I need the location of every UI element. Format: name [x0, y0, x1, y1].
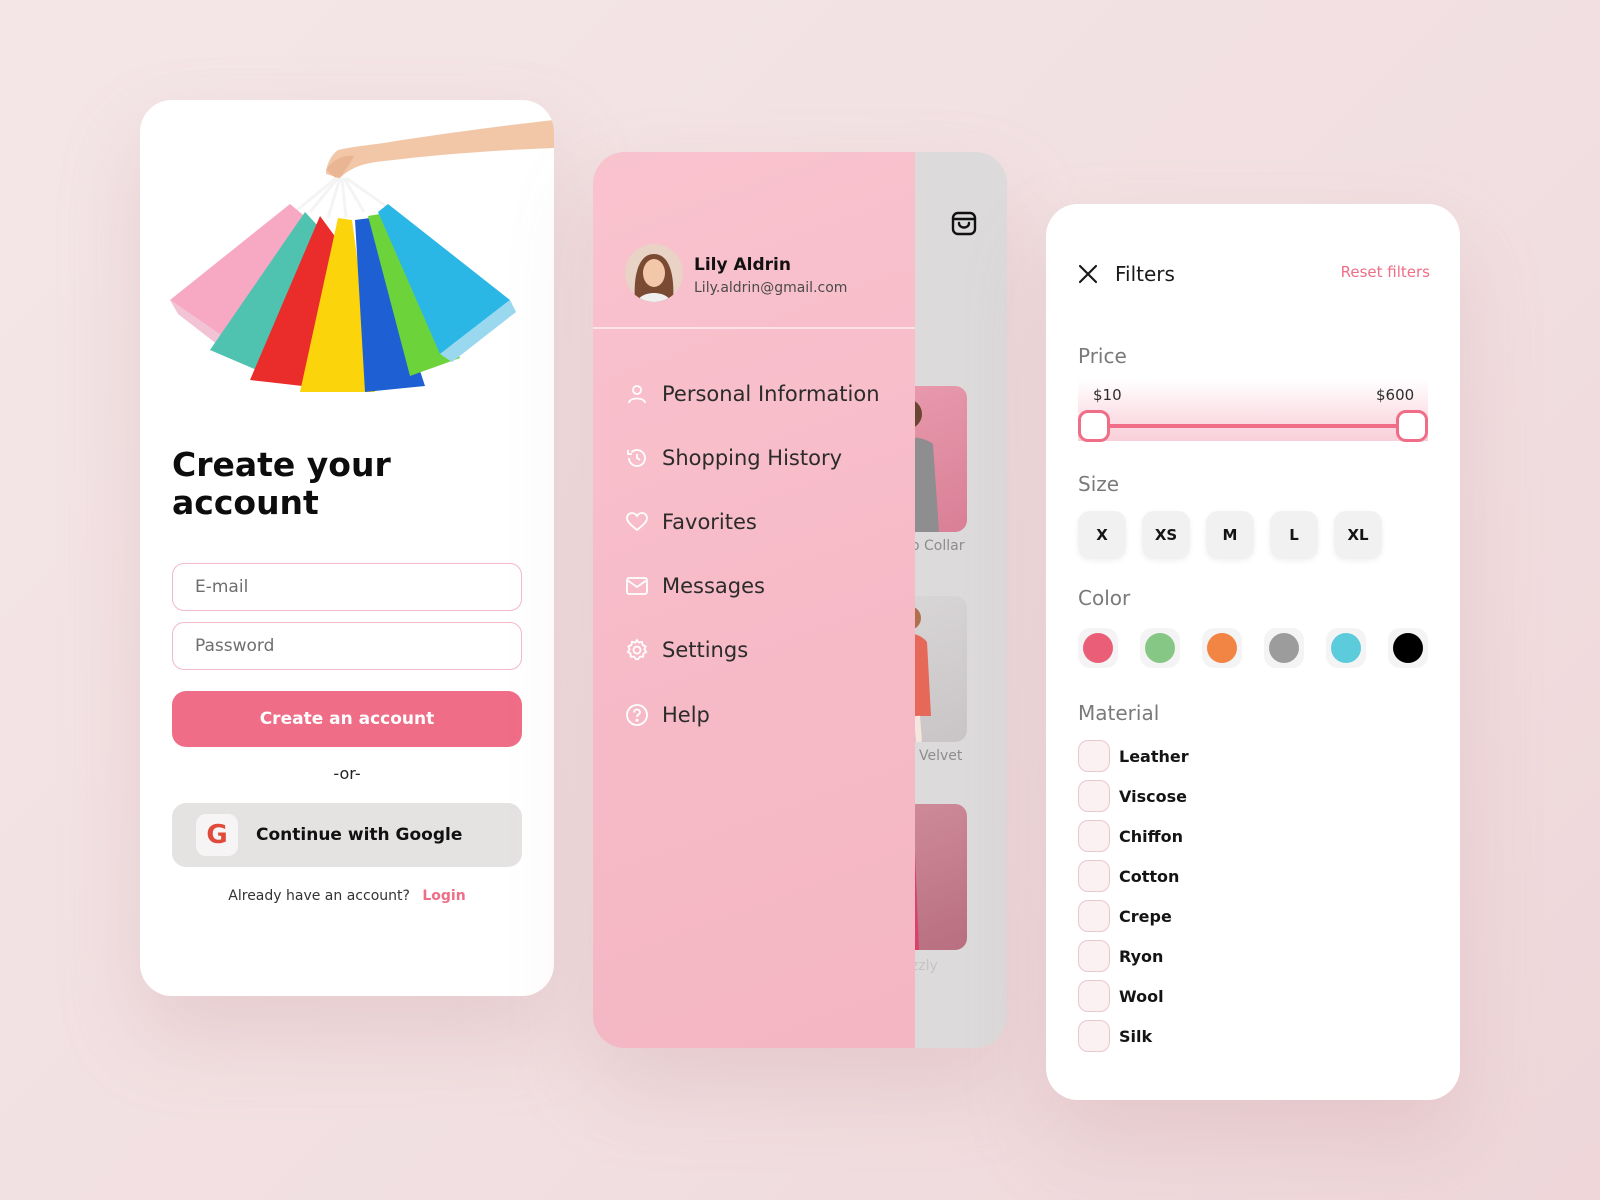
- menu-item-messages[interactable]: Messages: [625, 568, 765, 604]
- continue-with-google-button[interactable]: G Continue with Google: [172, 803, 522, 867]
- google-button-label: Continue with Google: [256, 825, 463, 845]
- user-email: Lily.aldrin@gmail.com: [694, 280, 848, 296]
- product-caption: o Collar: [911, 538, 965, 554]
- size-option-m[interactable]: M: [1206, 511, 1254, 559]
- gear-icon: [626, 638, 648, 661]
- material-option-wool[interactable]: Wool: [1078, 980, 1164, 1012]
- shopping-bag-icon[interactable]: [949, 208, 979, 238]
- or-separator: -or-: [333, 764, 361, 783]
- checkbox[interactable]: [1078, 820, 1110, 852]
- material-option-label: Leather: [1119, 746, 1189, 766]
- google-icon: G: [196, 814, 238, 856]
- person-icon: [628, 385, 646, 404]
- password-field[interactable]: [172, 622, 522, 670]
- color-swatch-gray[interactable]: [1264, 628, 1304, 668]
- material-option-cotton[interactable]: Cotton: [1078, 860, 1179, 892]
- heart-icon: [626, 512, 648, 532]
- email-field[interactable]: [172, 563, 522, 611]
- size-label: Size: [1078, 472, 1120, 496]
- price-max-handle[interactable]: [1396, 410, 1428, 442]
- mail-icon: [626, 577, 648, 595]
- checkbox[interactable]: [1078, 860, 1110, 892]
- material-option-chiffon[interactable]: Chiffon: [1078, 820, 1183, 852]
- color-swatch-green[interactable]: [1140, 628, 1180, 668]
- menu-item-settings[interactable]: Settings: [625, 632, 748, 668]
- menu-item-label: Help: [662, 703, 710, 727]
- color-swatch-cyan[interactable]: [1326, 628, 1366, 668]
- reset-filters-link[interactable]: Reset filters: [1341, 263, 1430, 281]
- material-option-label: Cotton: [1119, 866, 1180, 886]
- size-option-x[interactable]: X: [1078, 511, 1126, 559]
- menu-item-personal-information[interactable]: Personal Information: [625, 376, 880, 412]
- material-option-leather[interactable]: Leather: [1078, 740, 1189, 772]
- price-label: Price: [1078, 344, 1127, 368]
- page-title: Create your account: [172, 445, 391, 522]
- menu-item-help[interactable]: Help: [625, 697, 710, 733]
- checkbox[interactable]: [1078, 1020, 1110, 1052]
- material-option-label: Wool: [1119, 986, 1164, 1006]
- menu-item-label: Shopping History: [662, 446, 843, 470]
- menu-item-label: Personal Information: [662, 382, 880, 406]
- menu-item-shopping-history[interactable]: Shopping History: [625, 440, 842, 476]
- checkbox[interactable]: [1078, 900, 1110, 932]
- material-label: Material: [1078, 701, 1160, 725]
- signup-card: Create your account Create an account -o…: [140, 100, 554, 996]
- size-option-l[interactable]: L: [1270, 511, 1318, 559]
- close-icon[interactable]: [1076, 262, 1100, 286]
- material-option-silk[interactable]: Silk: [1078, 1020, 1152, 1052]
- color-label: Color: [1078, 586, 1131, 610]
- material-option-label: Crepe: [1119, 906, 1172, 926]
- color-swatch-black[interactable]: [1388, 628, 1428, 668]
- checkbox[interactable]: [1078, 940, 1110, 972]
- size-option-xl[interactable]: XL: [1334, 511, 1382, 559]
- material-option-label: Silk: [1119, 1026, 1153, 1046]
- history-icon: [627, 449, 646, 467]
- login-link[interactable]: Login: [422, 888, 465, 904]
- price-min-handle[interactable]: [1078, 410, 1110, 442]
- shopping-bags-illustration: [170, 120, 554, 392]
- material-option-viscose[interactable]: Viscose: [1078, 780, 1187, 812]
- divider: [593, 327, 915, 329]
- create-account-button[interactable]: Create an account: [172, 691, 522, 747]
- checkbox[interactable]: [1078, 980, 1110, 1012]
- price-max-value: $600: [1376, 386, 1415, 404]
- material-option-ryon[interactable]: Ryon: [1078, 940, 1163, 972]
- size-option-xs[interactable]: XS: [1142, 511, 1190, 559]
- filters-title: Filters: [1115, 262, 1175, 286]
- navigation-drawer: Lily Aldrin Lily.aldrin@gmail.com Person…: [593, 152, 915, 1048]
- menu-item-label: Favorites: [662, 510, 757, 534]
- menu-item-label: Messages: [662, 574, 765, 598]
- user-name: Lily Aldrin: [694, 255, 791, 275]
- login-prompt: Already have an account? Login: [172, 888, 522, 904]
- menu-item-favorites[interactable]: Favorites: [625, 504, 757, 540]
- filters-card: Filters Reset filters Price $10 $600 Siz…: [1046, 204, 1460, 1100]
- already-have-account-text: Already have an account?: [228, 888, 410, 904]
- material-option-label: Viscose: [1119, 786, 1187, 806]
- checkbox[interactable]: [1078, 780, 1110, 812]
- avatar[interactable]: [625, 244, 683, 302]
- material-option-crepe[interactable]: Crepe: [1078, 900, 1172, 932]
- drawer-card: o Collar Velvet izzly Lily Aldrin Lily.a…: [593, 152, 1007, 1048]
- material-option-label: Ryon: [1119, 946, 1164, 966]
- material-option-label: Chiffon: [1119, 826, 1183, 846]
- checkbox[interactable]: [1078, 740, 1110, 772]
- menu-item-label: Settings: [662, 638, 749, 662]
- product-caption: Velvet: [919, 748, 963, 764]
- price-min-value: $10: [1093, 386, 1122, 404]
- help-icon: [626, 704, 648, 726]
- color-swatch-orange[interactable]: [1202, 628, 1242, 668]
- color-swatch-pink[interactable]: [1078, 628, 1118, 668]
- price-slider-track[interactable]: [1094, 424, 1414, 428]
